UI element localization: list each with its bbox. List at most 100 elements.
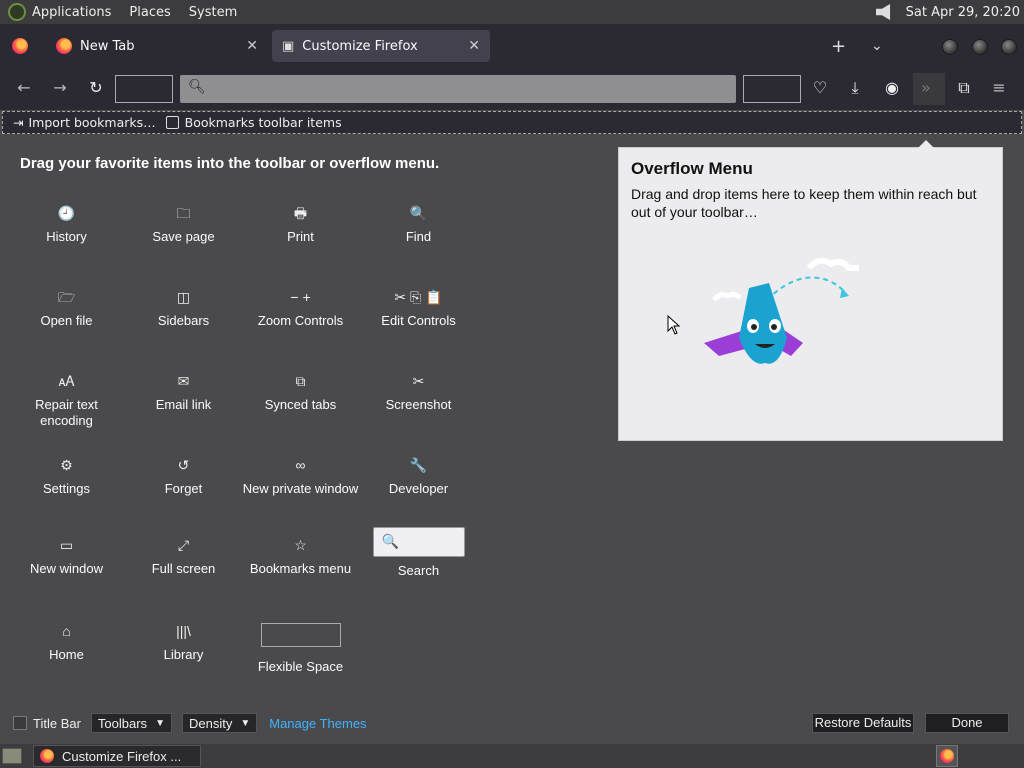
tab-bar: New Tab ✕ ▣ Customize Firefox ✕ + ⌄: [0, 24, 1024, 68]
palette-item-full-screen[interactable]: ⤢ Full screen: [125, 537, 242, 577]
density-dropdown[interactable]: Density ▼: [181, 713, 258, 733]
synced-tabs-icon: ⧉: [295, 373, 306, 389]
taskbar-window-label: Customize Firefox ...: [62, 748, 182, 764]
palette-item-print[interactable]: 🖶 Print: [242, 205, 359, 245]
menu-applications[interactable]: Applications: [32, 5, 111, 20]
taskbar-firefox-window[interactable]: Customize Firefox ...: [33, 745, 201, 767]
palette-item-settings[interactable]: ⚙ Settings: [8, 457, 125, 497]
palette-item-label: Open file: [40, 313, 93, 328]
palette-item-home[interactable]: ⌂ Home: [8, 623, 125, 663]
palette-item-label: Forget: [164, 481, 203, 496]
text-encoding-icon: 🗚: [58, 373, 75, 389]
import-bookmarks-button[interactable]: ⇥ Import bookmarks…: [13, 115, 156, 130]
palette-item-label: History: [46, 229, 87, 244]
home-icon: ⌂: [62, 623, 71, 639]
double-chevron-icon: »: [921, 78, 931, 97]
firefox-menu-icon[interactable]: [12, 38, 28, 54]
mouse-cursor-icon: [667, 315, 681, 335]
search-icon: 🔍︎: [188, 79, 206, 95]
extensions-puzzle-icon[interactable]: ⧉: [953, 78, 975, 98]
palette-item-library[interactable]: |||\ Library: [125, 623, 242, 663]
palette-item-flexible-space[interactable]: Flexible Space: [242, 623, 359, 675]
palette-item-email-link[interactable]: ✉ Email link: [125, 373, 242, 413]
palette-item-new-window[interactable]: ▭ New window: [8, 537, 125, 577]
title-bar-label: Title Bar: [33, 715, 81, 731]
palette-item-label: New window: [30, 561, 103, 576]
palette-item-label: Find: [405, 229, 432, 244]
new-window-icon: ▭: [59, 537, 74, 553]
tab-label: Customize Firefox: [302, 38, 418, 54]
customize-heading: Drag your favorite items into the toolba…: [20, 155, 440, 172]
os-logo-icon[interactable]: [8, 3, 26, 21]
clock-icon: 🕘: [57, 205, 76, 221]
tab-customize-firefox[interactable]: ▣ Customize Firefox ✕: [272, 30, 490, 62]
cloud-shape: [806, 257, 859, 271]
maximize-window-button[interactable]: [972, 39, 988, 55]
hamburger-menu-icon[interactable]: ≡: [988, 78, 1010, 97]
workspace-switcher[interactable]: [936, 745, 958, 767]
title-bar-checkbox[interactable]: [13, 716, 27, 730]
palette-item-find[interactable]: 🔍 Find: [360, 205, 477, 245]
overflow-menu-description: Drag and drop items here to keep them wi…: [631, 186, 977, 220]
tab-new-tab[interactable]: New Tab ✕: [46, 30, 268, 62]
close-window-button[interactable]: [1001, 39, 1017, 55]
url-bar[interactable]: 🔍︎: [180, 75, 736, 103]
printer-icon: 🖶: [293, 205, 308, 221]
palette-item-repair-text-encoding[interactable]: 🗚 Repair text encoding: [8, 373, 125, 429]
palette-item-new-private-window[interactable]: ∞ New private window: [242, 457, 359, 497]
palette-item-edit-controls[interactable]: ✂ ⎘ 📋 Edit Controls: [360, 289, 477, 329]
search-box-icon: 🔍: [372, 527, 465, 557]
palette-item-zoom-controls[interactable]: − + Zoom Controls: [242, 289, 359, 329]
palette-item-label: Synced tabs: [264, 397, 337, 412]
tab-label: New Tab: [80, 38, 135, 54]
spacer-box-right: [743, 75, 801, 103]
list-all-tabs-chevron-icon[interactable]: ⌄: [871, 38, 883, 54]
show-desktop-icon[interactable]: [2, 748, 22, 764]
customize-brush-icon: ▣: [282, 38, 295, 54]
done-button[interactable]: Done: [925, 713, 1009, 733]
back-arrow-icon[interactable]: ←: [13, 78, 35, 97]
palette-item-open-file[interactable]: 🗁 Open file: [8, 289, 125, 329]
gear-icon: ⚙: [60, 457, 73, 473]
palette-item-sidebars[interactable]: ◫ Sidebars: [125, 289, 242, 329]
palette-item-synced-tabs[interactable]: ⧉ Synced tabs: [242, 373, 359, 413]
bookmarks-toolbar-items[interactable]: Bookmarks toolbar items: [165, 115, 342, 130]
overflow-menu-title: Overflow Menu: [631, 159, 753, 178]
palette-item-search[interactable]: 🔍 Search: [360, 527, 477, 579]
bookmark-star-icon: [165, 116, 179, 129]
flexible-space-icon: [260, 623, 341, 647]
search-icon: 🔍: [409, 205, 428, 221]
clock[interactable]: Sat Apr 29, 20:20: [906, 5, 1020, 20]
manage-themes-link[interactable]: Manage Themes: [269, 716, 366, 731]
palette-item-screenshot[interactable]: ✂ Screenshot: [360, 373, 477, 413]
firefox-icon: [940, 749, 954, 763]
account-icon[interactable]: ◉: [881, 78, 903, 97]
new-tab-plus-icon[interactable]: +: [831, 36, 846, 57]
palette-item-forget[interactable]: ↺ Forget: [125, 457, 242, 497]
minimize-window-button[interactable]: [942, 39, 958, 55]
pocket-icon[interactable]: ♡: [809, 78, 831, 97]
dashed-arrow-path: [766, 276, 846, 301]
restore-defaults-button[interactable]: Restore Defaults: [812, 713, 914, 733]
overflow-illustration: [704, 257, 859, 364]
palette-item-bookmarks-menu[interactable]: ☆ Bookmarks menu: [242, 537, 359, 577]
palette-item-label: Developer: [388, 481, 449, 496]
palette-item-label: Repair text encoding: [35, 397, 98, 428]
volume-icon[interactable]: [875, 4, 891, 20]
palette-item-label: Bookmarks menu: [249, 561, 352, 576]
open-file-icon: 🗁: [57, 289, 76, 305]
palette-item-save-page[interactable]: 🗀 Save page: [125, 205, 242, 245]
close-tab-icon[interactable]: ✕: [468, 38, 480, 54]
fullscreen-icon: ⤢: [177, 537, 190, 553]
downloads-icon[interactable]: ⤓: [844, 78, 866, 98]
bookmark-star-icon: ☆: [294, 537, 307, 553]
menu-system[interactable]: System: [189, 5, 237, 20]
toolbars-dropdown[interactable]: Toolbars ▼: [90, 713, 172, 733]
menu-places[interactable]: Places: [129, 5, 170, 20]
palette-item-history[interactable]: 🕘 History: [8, 205, 125, 245]
close-tab-icon[interactable]: ✕: [246, 38, 258, 54]
reload-icon[interactable]: ↻: [85, 78, 107, 97]
palette-item-developer[interactable]: 🔧 Developer: [360, 457, 477, 497]
overflow-chevron-button[interactable]: »: [913, 73, 945, 105]
forward-arrow-icon[interactable]: →: [49, 78, 71, 97]
